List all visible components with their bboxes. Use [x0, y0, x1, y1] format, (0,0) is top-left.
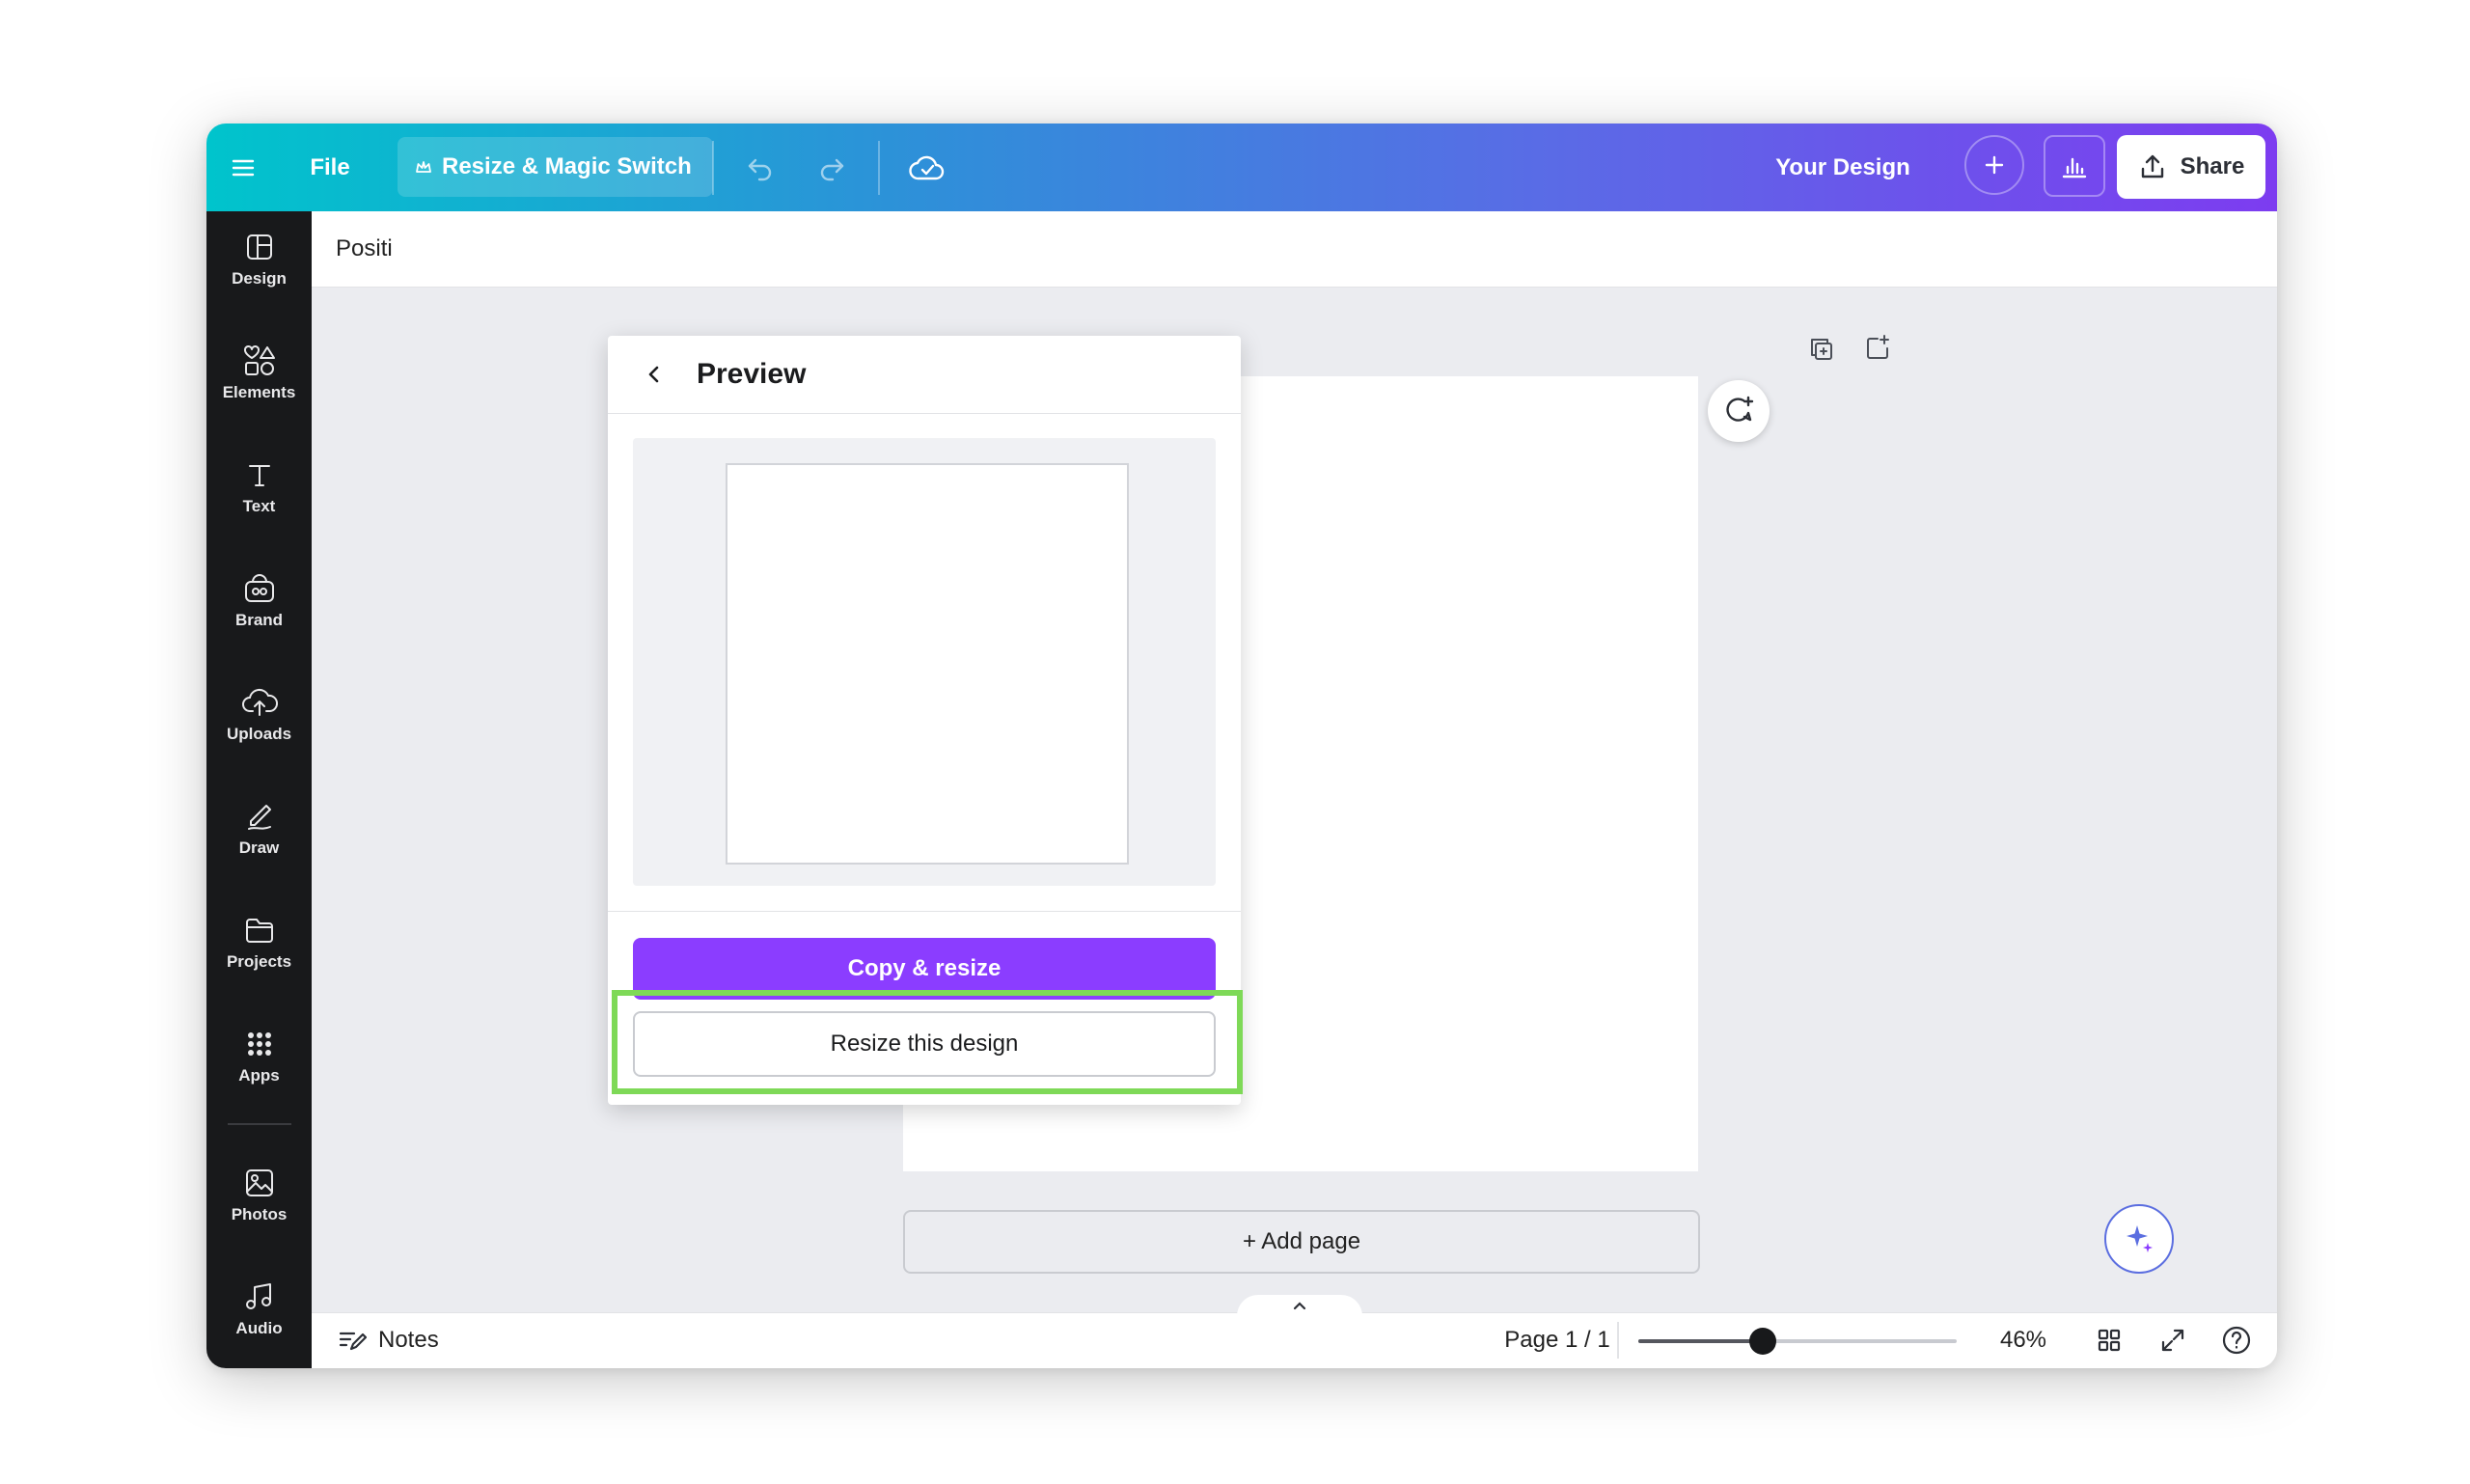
resize-label: Resize & Magic Switch [442, 153, 692, 179]
panel-title: Preview [697, 358, 807, 390]
copy-resize-label: Copy & resize [847, 955, 1002, 981]
sidebar-item-text[interactable]: Text [206, 439, 312, 536]
crown-icon [416, 161, 431, 173]
draw-icon [247, 805, 271, 830]
preview-thumbnail [726, 463, 1129, 865]
sidebar-item-uploads[interactable]: Uploads [206, 667, 312, 763]
sidebar-item-projects[interactable]: Projects [206, 894, 312, 991]
grid-view-icon [2098, 1329, 2121, 1352]
add-page-icon [1867, 335, 1889, 359]
file-label: File [310, 154, 350, 180]
sidebar-item-label: Apps [238, 1066, 280, 1085]
notes-icon [339, 1332, 367, 1351]
text-icon [248, 465, 270, 486]
resize-magic-switch-button[interactable]: Resize & Magic Switch [398, 137, 713, 197]
chevron-up-icon [1293, 1302, 1306, 1310]
apps-icon [247, 1032, 271, 1056]
panel-header: Preview [608, 336, 1241, 414]
design-icon [246, 234, 272, 260]
zoom-slider-fill [1638, 1339, 1763, 1343]
context-toolbar: Positi [312, 211, 2277, 288]
sidebar-item-label: Uploads [226, 725, 292, 743]
analytics-icon [2062, 157, 2087, 179]
add-page-icon-button[interactable] [1858, 328, 1897, 367]
notes-button[interactable]: Notes [338, 1312, 439, 1368]
zoom-level[interactable]: 46% [1980, 1312, 2067, 1368]
magic-assistant-button[interactable] [2104, 1204, 2174, 1274]
help-icon [2222, 1326, 2251, 1355]
share-label: Share [2180, 153, 2245, 179]
resize-this-design-button[interactable]: Resize this design [633, 1011, 1216, 1077]
sidebar-divider [228, 1123, 291, 1125]
preview-area [633, 438, 1216, 886]
sidebar-item-apps[interactable]: Apps [206, 1008, 312, 1105]
photos-icon [245, 1169, 273, 1196]
sidebar-item-label: Text [242, 497, 276, 515]
add-page-label: + Add page [1242, 1228, 1361, 1254]
position-button[interactable]: Positi [336, 211, 393, 287]
sidebar-item-label: Draw [238, 838, 280, 857]
chevron-left-icon [648, 366, 659, 383]
design-title[interactable]: Your Design [1737, 137, 1949, 199]
sidebar-item-label: Elements [222, 383, 296, 401]
design-title-text: Your Design [1775, 154, 1910, 180]
insights-button[interactable] [2044, 135, 2105, 197]
zoom-slider[interactable] [1638, 1328, 1957, 1355]
zoom-slider-handle[interactable] [1748, 1328, 1776, 1355]
fullscreen-button[interactable] [2152, 1312, 2194, 1368]
redo-icon [820, 158, 844, 181]
zoom-label: 46% [1999, 1327, 2047, 1353]
sidebar-item-draw[interactable]: Draw [206, 781, 312, 877]
sidebar-item-audio[interactable]: Audio [206, 1261, 312, 1358]
duplicate-page-button[interactable] [1802, 330, 1841, 369]
sidebar-item-label: Brand [234, 611, 284, 629]
add-page-button[interactable]: + Add page [903, 1210, 1700, 1274]
duplicate-icon [1811, 339, 1832, 360]
plus-icon [1985, 155, 2004, 175]
cloud-save-button[interactable] [897, 141, 957, 195]
notes-label: Notes [378, 1327, 439, 1353]
page-label: Page 1 / 1 [1504, 1327, 1610, 1353]
app-window: File Resize & Magic Switch Your Design S… [206, 124, 2277, 1368]
elements-icon [243, 345, 275, 375]
sidebar-item-elements[interactable]: Elements [206, 325, 312, 422]
back-button[interactable] [635, 355, 673, 394]
file-menu-button[interactable]: File [291, 137, 369, 199]
add-collaborator-button[interactable] [1964, 135, 2024, 195]
sidebar-item-brand[interactable]: Brand [206, 553, 312, 649]
menu-icon [232, 159, 255, 177]
show-pages-toggle[interactable] [1237, 1295, 1362, 1316]
help-button[interactable] [2215, 1312, 2258, 1368]
expand-icon [2161, 1329, 2184, 1352]
redo-button[interactable] [805, 141, 859, 195]
sparkle-icon [2127, 1225, 2153, 1252]
sidebar-item-label: Projects [226, 952, 292, 971]
audio-icon [245, 1283, 271, 1309]
page-indicator[interactable]: Page 1 / 1 [1490, 1312, 1625, 1368]
grid-view-button[interactable] [2088, 1312, 2130, 1368]
undo-icon [748, 158, 772, 181]
sidebar-item-label: Audio [235, 1319, 283, 1337]
cloud-sync-icon [909, 155, 945, 180]
resize-this-label: Resize this design [830, 1031, 1019, 1057]
sidebar-item-label: Photos [231, 1205, 288, 1223]
menu-button[interactable] [212, 137, 274, 199]
sidebar-item-label: Design [232, 269, 287, 288]
undo-button[interactable] [733, 141, 787, 195]
panel-divider [608, 911, 1241, 912]
comment-button[interactable] [1708, 380, 1770, 442]
left-sidebar: Design Elements Text Brand Uploads Draw … [206, 211, 312, 1368]
share-button[interactable]: Share [2117, 135, 2265, 199]
uploads-icon [241, 688, 278, 716]
sidebar-item-photos[interactable]: Photos [206, 1147, 312, 1244]
sidebar-item-design[interactable]: Design [206, 211, 312, 308]
top-toolbar: File Resize & Magic Switch Your Design S… [206, 124, 2277, 211]
comment-add-icon [1726, 396, 1754, 422]
toolbar-divider [712, 141, 714, 195]
projects-icon [245, 919, 273, 943]
toolbar-divider [878, 141, 880, 195]
upload-icon [2141, 154, 2163, 179]
bottom-divider [1617, 1322, 1619, 1359]
brand-icon [244, 574, 274, 602]
